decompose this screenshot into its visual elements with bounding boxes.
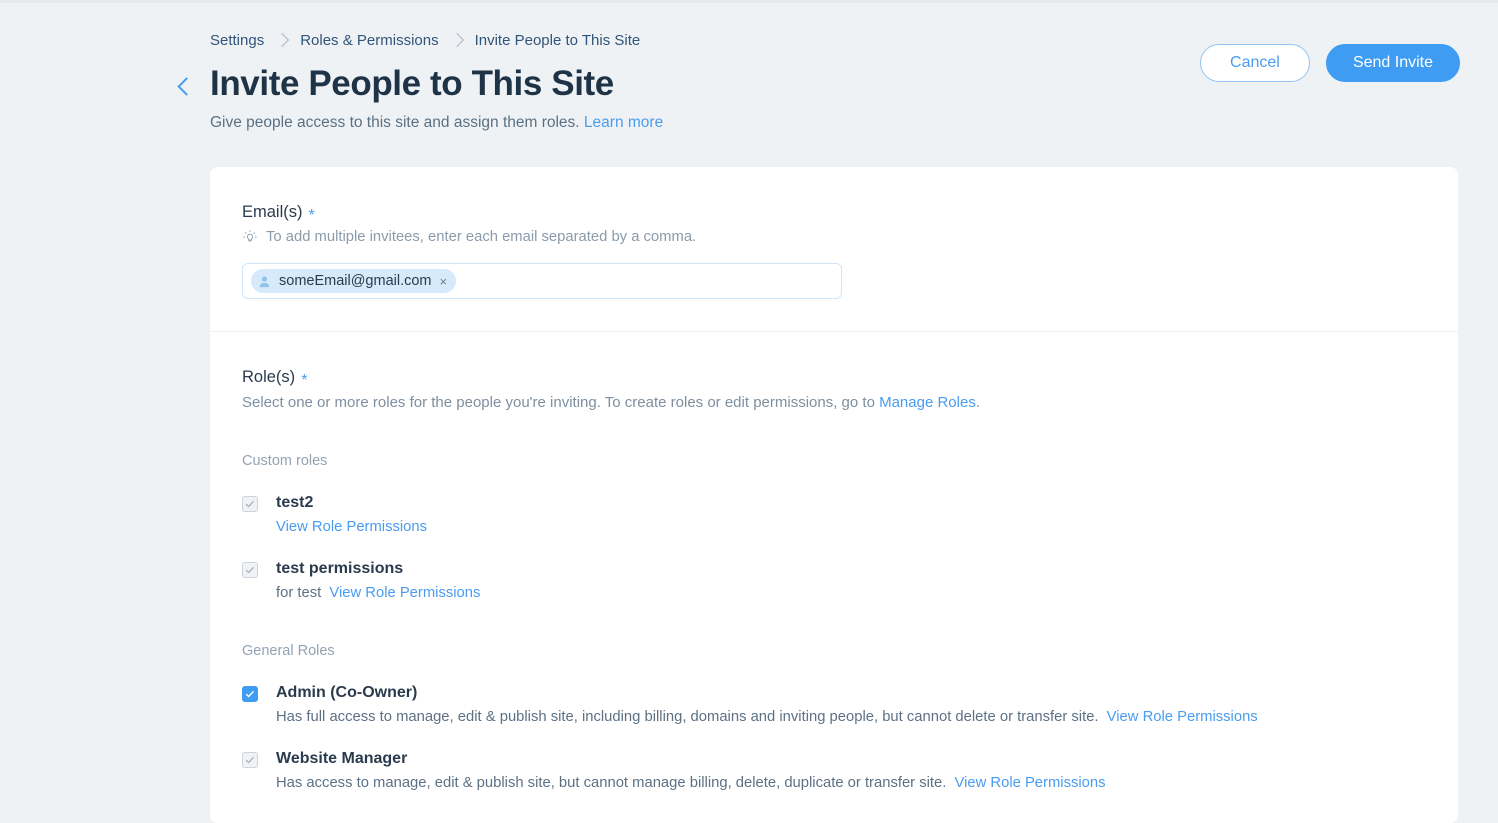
general-roles-group-label: General Roles [242,643,335,660]
role-description: Has access to manage, edit & publish sit… [276,775,1106,791]
email-hint: To add multiple invitees, enter each ema… [242,229,1426,245]
email-section: Email(s) * To add multiple invitees, ent… [210,167,1458,331]
role-checkbox-admin[interactable] [242,686,258,703]
page-subtitle-text: Give people access to this site and assi… [210,114,580,132]
learn-more-link[interactable]: Learn more [584,114,663,131]
page-title: Invite People to This Site [210,64,614,103]
role-row[interactable]: test2 View Role Permissions [242,493,1426,535]
email-chip-label: someEmail@gmail.com [279,273,432,290]
role-row[interactable]: test permissions for test View Role Perm… [242,559,1426,601]
role-name: test permissions [276,560,404,578]
breadcrumb-item-settings[interactable]: Settings [210,32,264,49]
view-role-permissions-link[interactable]: View Role Permissions [276,519,427,535]
roles-field-label: Role(s) * [242,368,1426,389]
check-icon [245,567,254,574]
check-icon [245,691,255,698]
role-row[interactable]: Admin (Co-Owner) Has full access to mana… [242,683,1426,725]
remove-email-chip-icon[interactable]: × [439,275,449,288]
roles-description-text: Select one or more roles for the people … [242,394,880,412]
role-name: Website Manager [276,750,408,768]
cancel-button[interactable]: Cancel [1199,44,1310,82]
manage-roles-link[interactable]: Manage Roles [879,394,976,411]
check-icon [245,501,254,508]
lightbulb-icon [243,230,257,242]
role-name: Admin (Co-Owner) [276,684,418,702]
role-row[interactable]: Website Manager Has access to manage, ed… [242,749,1426,791]
role-description: Has full access to manage, edit & publis… [276,709,1258,725]
roles-section: Role(s) * Select one or more roles for t… [210,331,1458,823]
page-root: Settings Roles & Permissions Invite Peop… [0,0,1498,823]
required-asterisk: * [301,371,308,389]
invite-form-card: Email(s) * To add multiple invitees, ent… [210,167,1458,823]
roles-description: Select one or more roles for the people … [242,394,1426,411]
roles-label-text: Role(s) [242,368,296,387]
email-input[interactable]: someEmail@gmail.com × [242,263,842,300]
send-invite-button[interactable]: Send Invite [1325,44,1460,82]
role-description-text: Has full access to manage, edit & publis… [276,709,1099,726]
role-checkbox-test-permissions[interactable] [242,562,258,579]
role-name: test2 [276,494,314,512]
person-icon [259,276,270,287]
role-body: test permissions for test View Role Perm… [276,559,480,601]
role-body: Admin (Co-Owner) Has full access to mana… [276,683,1258,725]
role-description: View Role Permissions [276,519,427,535]
breadcrumb-item-roles-permissions[interactable]: Roles & Permissions [300,32,438,49]
chevron-right-icon [449,32,464,48]
view-role-permissions-link[interactable]: View Role Permissions [329,585,480,601]
email-label-text: Email(s) [242,203,303,222]
check-icon [245,757,254,764]
custom-roles-group-label: Custom roles [242,453,328,470]
chevron-left-icon[interactable] [176,76,196,96]
email-chip[interactable]: someEmail@gmail.com × [251,269,457,294]
required-asterisk: * [308,206,315,224]
email-field-label: Email(s) * [242,203,1426,224]
role-body: test2 View Role Permissions [276,493,427,535]
role-description-text: for test [276,585,322,602]
role-checkbox-test2[interactable] [242,496,258,513]
role-description-text: Has access to manage, edit & publish sit… [276,775,947,792]
view-role-permissions-link[interactable]: View Role Permissions [1107,709,1258,725]
chevron-right-icon [275,32,290,48]
roles-description-period: . [975,394,980,412]
header-actions: Cancel Send Invite [1199,44,1460,82]
page-header: Settings Roles & Permissions Invite Peop… [0,0,1498,132]
role-description: for test View Role Permissions [276,585,480,601]
role-body: Website Manager Has access to manage, ed… [276,749,1106,791]
email-hint-text: To add multiple invitees, enter each ema… [266,229,697,246]
view-role-permissions-link[interactable]: View Role Permissions [954,775,1105,791]
page-subtitle: Give people access to this site and assi… [210,114,663,132]
breadcrumb-item-current: Invite People to This Site [474,31,641,49]
